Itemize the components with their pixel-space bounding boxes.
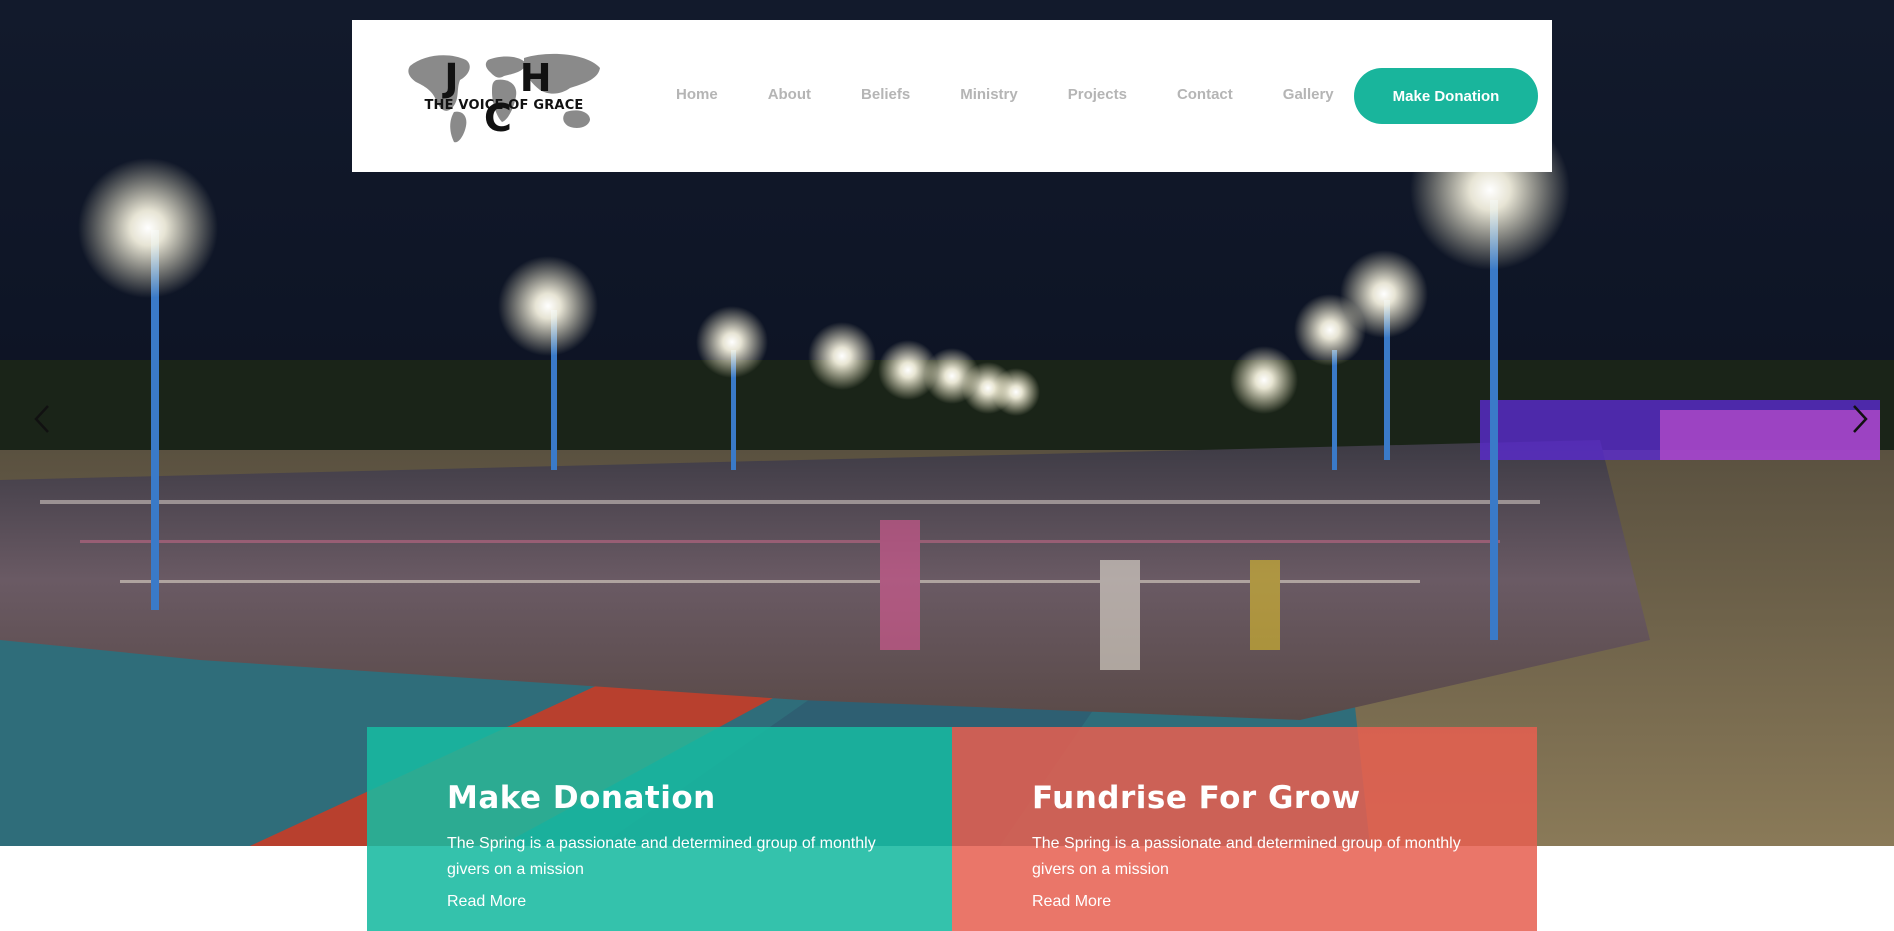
chevron-left-icon[interactable] bbox=[30, 402, 54, 436]
chevron-right-icon[interactable] bbox=[1848, 402, 1872, 436]
promo-title: Make Donation bbox=[447, 780, 716, 816]
nav-item-beliefs[interactable]: Beliefs bbox=[861, 86, 910, 110]
nav-item-ministry[interactable]: Ministry bbox=[960, 86, 1018, 110]
nav-item-gallery[interactable]: Gallery bbox=[1283, 86, 1334, 110]
make-donation-button[interactable]: Make Donation bbox=[1354, 68, 1538, 124]
logo-tagline: THE VOICE OF GRACE bbox=[424, 98, 584, 113]
main-nav: Home About Beliefs Ministry Projects Con… bbox=[676, 86, 1334, 110]
nav-item-about[interactable]: About bbox=[768, 86, 811, 110]
nav-item-contact[interactable]: Contact bbox=[1177, 86, 1233, 110]
site-logo[interactable]: J H C THE VOICE OF GRACE bbox=[404, 50, 604, 146]
promo-text: The Spring is a passionate and determine… bbox=[447, 835, 876, 878]
promo-text: The Spring is a passionate and determine… bbox=[1032, 835, 1461, 878]
page: J H C THE VOICE OF GRACE Home About Beli… bbox=[0, 0, 1894, 931]
promo-card-donation: Make Donation The Spring is a passionate… bbox=[367, 727, 952, 931]
site-header: J H C THE VOICE OF GRACE Home About Beli… bbox=[352, 20, 1552, 172]
read-more-link[interactable]: Read More bbox=[447, 893, 526, 910]
read-more-link[interactable]: Read More bbox=[1032, 893, 1111, 910]
nav-item-projects[interactable]: Projects bbox=[1068, 86, 1127, 110]
promo-title: Fundrise For Grow bbox=[1032, 780, 1361, 816]
promo-card-fundraise: Fundrise For Grow The Spring is a passio… bbox=[952, 727, 1537, 931]
nav-item-home[interactable]: Home bbox=[676, 86, 718, 110]
